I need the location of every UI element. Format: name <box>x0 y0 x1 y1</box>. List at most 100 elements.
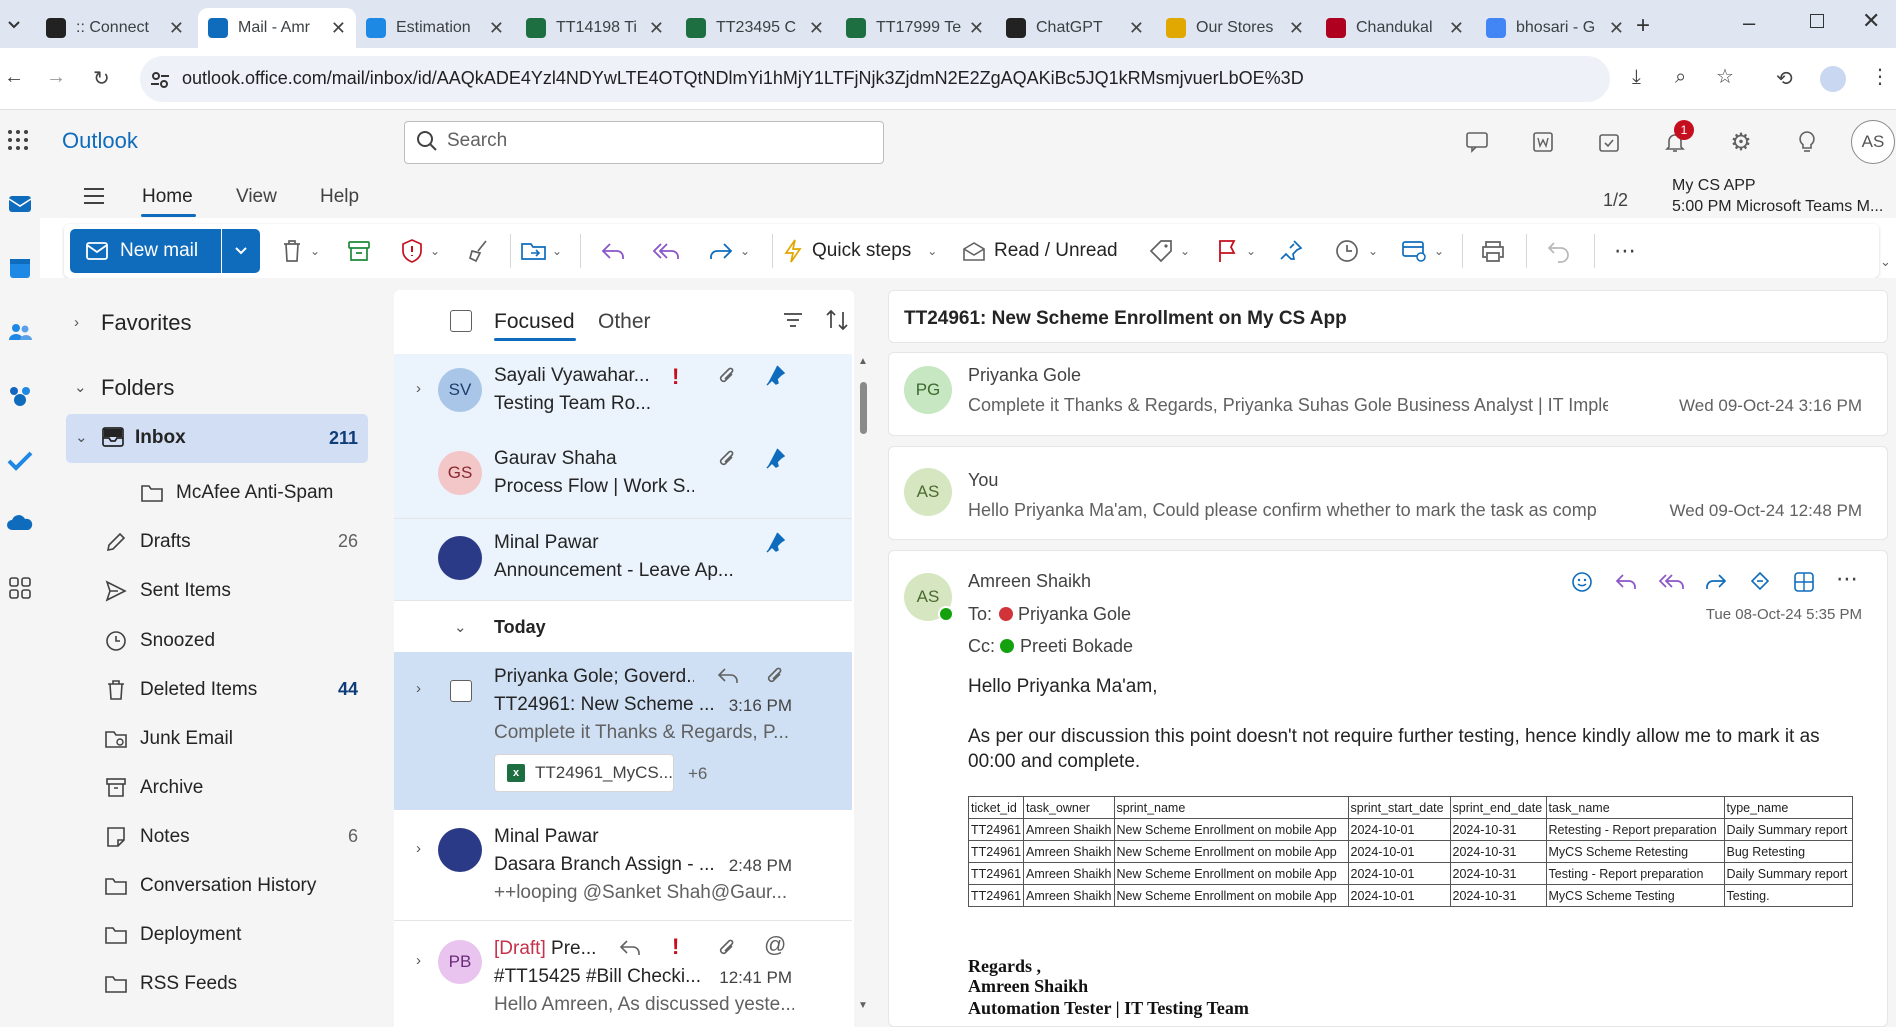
app-launcher-icon[interactable] <box>6 128 30 152</box>
expand-thread-icon[interactable]: › <box>416 952 421 969</box>
settings-gear-icon[interactable]: ⚙ <box>1726 127 1756 157</box>
folder-item[interactable]: Snoozed <box>104 626 215 656</box>
favorites-heading[interactable]: Favorites <box>101 310 191 336</box>
favorites-chevron-icon[interactable]: › <box>74 314 79 331</box>
teams-chat-icon[interactable] <box>1462 127 1492 157</box>
message-list-scrollbar[interactable] <box>856 352 870 1022</box>
folder-item[interactable]: Drafts <box>104 527 191 557</box>
site-info-icon[interactable] <box>148 68 172 92</box>
undo-icon[interactable] <box>1546 236 1572 266</box>
scroll-down-arrow[interactable]: ▼ <box>858 1000 868 1011</box>
browser-tab[interactable]: TT23495 C ✕ <box>676 8 834 48</box>
to-recipient[interactable]: Priyanka Gole <box>1018 604 1131 625</box>
expand-thread-icon[interactable]: › <box>416 380 421 397</box>
attachment-chip[interactable]: x TT24961_MyCS... <box>494 754 674 792</box>
mail-app-icon[interactable] <box>6 190 34 218</box>
quick-steps-button[interactable]: Quick steps ⌄ <box>782 236 937 266</box>
today-chevron-icon[interactable]: ⌄ <box>454 618 467 636</box>
bookmark-star-icon[interactable]: ☆ <box>1716 64 1734 89</box>
reply-all-icon[interactable] <box>652 236 682 266</box>
browser-tab[interactable]: :: Connect ✕ <box>36 8 194 48</box>
scrollbar-thumb[interactable] <box>860 382 867 434</box>
expand-thread-icon[interactable]: › <box>416 680 421 697</box>
forward-mail-icon[interactable] <box>1704 572 1728 592</box>
close-tab-icon[interactable]: ✕ <box>649 18 664 39</box>
tips-lightbulb-icon[interactable] <box>1792 127 1822 157</box>
browser-tab[interactable]: TT17999 Te ✕ <box>836 8 994 48</box>
more-attachments-count[interactable]: +6 <box>688 764 707 784</box>
browser-tab[interactable]: Chandukal ✕ <box>1316 8 1474 48</box>
forward-mail-icon[interactable]: ⌄ <box>708 236 750 266</box>
browser-tab[interactable]: TT14198 Ti ✕ <box>516 8 674 48</box>
cc-recipient[interactable]: Preeti Bokade <box>1020 636 1133 657</box>
tab-help[interactable]: Help <box>320 186 359 208</box>
reload-icon[interactable]: ↻ <box>93 66 110 91</box>
reply-icon[interactable] <box>1614 572 1638 592</box>
today-group-header[interactable]: Today <box>494 617 546 638</box>
new-mail-button[interactable]: New mail <box>70 229 221 273</box>
message-more-icon[interactable]: ⋯ <box>1836 566 1858 592</box>
tab-other[interactable]: Other <box>598 310 651 334</box>
close-tab-icon[interactable]: ✕ <box>489 18 504 39</box>
account-avatar[interactable]: AS <box>1851 120 1895 164</box>
groups-app-icon[interactable] <box>6 382 34 410</box>
ribbon-collapse-icon[interactable]: ⌄ <box>1880 254 1891 270</box>
calendar-app-icon[interactable] <box>6 254 34 282</box>
filter-icon[interactable] <box>782 310 804 330</box>
report-shield-icon[interactable]: ⌄ <box>400 236 440 266</box>
my-day-icon[interactable] <box>1594 127 1624 157</box>
tab-view[interactable]: View <box>236 186 277 208</box>
apps-grid-icon[interactable] <box>1792 570 1816 594</box>
folders-chevron-icon[interactable]: ⌄ <box>74 378 87 396</box>
close-tab-icon[interactable]: ✕ <box>809 18 824 39</box>
message-checkbox[interactable] <box>450 680 472 702</box>
tab-search-button[interactable] <box>4 14 24 34</box>
close-tab-icon[interactable]: ✕ <box>969 18 984 39</box>
folder-item[interactable]: Junk Email <box>104 724 233 754</box>
pinned-icon[interactable] <box>764 447 786 471</box>
print-icon[interactable] <box>1480 236 1506 266</box>
inbox-chevron-icon[interactable]: ⌄ <box>75 428 88 446</box>
folder-item[interactable]: RSS Feeds <box>104 969 237 999</box>
tab-focused[interactable]: Focused <box>494 310 575 334</box>
scroll-up-arrow[interactable]: ▲ <box>858 356 868 367</box>
close-tab-icon[interactable]: ✕ <box>1289 18 1304 39</box>
folder-item[interactable]: Conversation History <box>104 871 316 901</box>
folder-item[interactable]: Deployment <box>104 920 241 950</box>
thread-message-collapsed[interactable] <box>888 446 1888 540</box>
hamburger-menu-icon[interactable] <box>82 186 106 206</box>
teams-share-icon[interactable] <box>1748 570 1772 594</box>
reminder-panel[interactable]: 1/2 My CS APP 5:00 PM Microsoft Teams M.… <box>1582 175 1883 225</box>
zoom-icon[interactable]: ⌕ <box>1675 66 1686 89</box>
folder-item[interactable]: Deleted Items <box>104 675 257 705</box>
rules-icon[interactable]: ⌄ <box>1400 236 1444 266</box>
close-window-button[interactable]: ✕ <box>1862 8 1880 34</box>
tab-home[interactable]: Home <box>142 186 193 208</box>
sort-icon[interactable] <box>824 308 850 332</box>
onedrive-app-icon[interactable] <box>6 510 34 538</box>
folder-item[interactable]: Archive <box>104 773 203 803</box>
close-tab-icon[interactable]: ✕ <box>1449 18 1464 39</box>
reply-icon[interactable] <box>600 236 626 266</box>
new-tab-button[interactable]: + <box>1636 12 1650 40</box>
browser-menu-icon[interactable]: ⋮ <box>1870 64 1890 89</box>
pinned-icon[interactable] <box>764 364 786 388</box>
folder-item[interactable]: Notes <box>104 822 190 852</box>
todo-app-icon[interactable] <box>6 446 34 474</box>
browser-tab[interactable]: Our Stores ✕ <box>1156 8 1314 48</box>
pinned-icon[interactable] <box>764 531 786 555</box>
open-sender-name[interactable]: Amreen Shaikh <box>968 571 1091 592</box>
close-tab-icon[interactable]: ✕ <box>169 18 184 39</box>
new-mail-dropdown[interactable] <box>222 229 260 273</box>
browser-tab[interactable]: ChatGPT ✕ <box>996 8 1154 48</box>
browser-tab[interactable]: bhosari - G ✕ <box>1476 8 1634 48</box>
folder-item[interactable]: McAfee Anti-Spam <box>140 478 333 508</box>
reply-all-icon[interactable] <box>1658 572 1686 592</box>
select-all-checkbox[interactable] <box>450 310 472 332</box>
tag-icon[interactable]: ⌄ <box>1148 236 1190 266</box>
expand-thread-icon[interactable]: › <box>416 840 421 857</box>
install-app-icon[interactable]: ⤓ <box>1632 66 1641 89</box>
browser-tab[interactable]: Mail - Amr ✕ <box>198 8 356 48</box>
word-icon[interactable] <box>1528 127 1558 157</box>
folders-heading[interactable]: Folders <box>101 375 174 401</box>
